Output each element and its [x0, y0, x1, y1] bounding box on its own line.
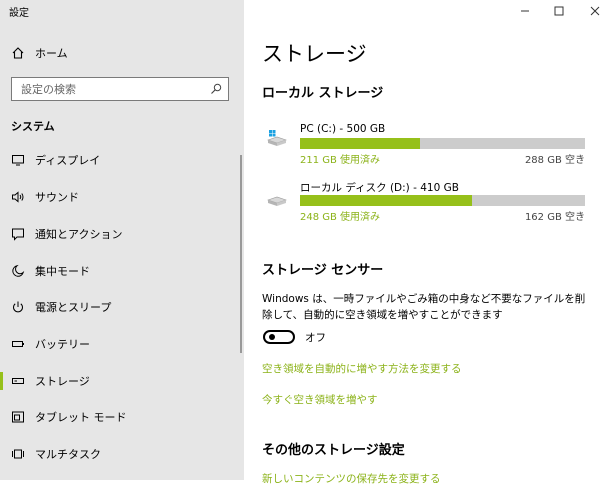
search-icon[interactable] — [210, 83, 222, 95]
speaker-icon — [11, 190, 25, 204]
sidebar-item-label: 集中モード — [35, 265, 90, 278]
sidebar-item-storage[interactable]: ストレージ — [0, 364, 240, 398]
sidebar-item-battery[interactable]: バッテリー — [0, 327, 240, 361]
multitask-icon — [11, 447, 25, 461]
sidebar-item-label: ディスプレイ — [35, 154, 101, 167]
sidebar-item-focus-mode[interactable]: 集中モード — [0, 254, 240, 288]
sidebar-item-label: ホーム — [35, 47, 68, 60]
used-space: 248 GB 使用済み — [300, 212, 381, 223]
local-storage-heading: ローカル ストレージ — [262, 86, 384, 101]
power-icon — [11, 300, 25, 314]
sidebar-item-label: マルチタスク — [35, 448, 101, 461]
app-title: 設定 — [9, 8, 29, 19]
toggle-knob — [269, 334, 275, 340]
moon-icon — [11, 264, 25, 278]
usage-bar — [300, 138, 585, 149]
section-heading: システム — [11, 120, 55, 133]
usage-bar-fill — [300, 138, 420, 149]
close-icon[interactable] — [588, 4, 602, 18]
sidebar-item-label: 電源とスリープ — [35, 301, 112, 314]
sidebar-item-home[interactable]: ホーム — [0, 36, 240, 70]
sidebar: 設定 ホーム システム ディスプレイ サウンド 通知とアクション — [0, 0, 244, 480]
sidebar-item-power[interactable]: 電源とスリープ — [0, 290, 240, 324]
sidebar-item-label: 通知とアクション — [35, 228, 123, 241]
maximize-icon[interactable] — [552, 4, 566, 18]
used-space: 211 GB 使用済み — [300, 155, 381, 166]
drive-icon — [267, 196, 287, 206]
free-space: 288 GB 空き — [524, 155, 585, 166]
change-save-location-link[interactable]: 新しいコンテンツの保存先を変更する — [262, 471, 441, 486]
sidebar-item-label: ストレージ — [35, 375, 90, 388]
usage-bar — [300, 195, 585, 206]
other-storage-heading: その他のストレージ設定 — [262, 443, 405, 458]
free-space: 162 GB 空き — [524, 212, 585, 223]
sidebar-item-notifications[interactable]: 通知とアクション — [0, 217, 240, 251]
drive-name: PC (C:) - 500 GB — [300, 123, 386, 135]
search-input[interactable] — [12, 78, 211, 100]
storage-sense-toggle[interactable] — [263, 330, 295, 344]
storage-icon — [11, 374, 25, 388]
drive-name: ローカル ディスク (D:) - 410 GB — [300, 182, 459, 194]
sidebar-item-tablet-mode[interactable]: タブレット モード — [0, 400, 240, 434]
minimize-icon[interactable] — [518, 4, 532, 18]
windows-drive-icon — [267, 130, 287, 146]
sidebar-item-display[interactable]: ディスプレイ — [0, 143, 240, 177]
sidebar-item-sound[interactable]: サウンド — [0, 180, 240, 214]
storage-sense-description: Windows は、一時ファイルやごみ箱の中身など不要なファイルを削除して、自動… — [262, 293, 586, 321]
home-icon — [11, 46, 25, 60]
sidebar-scrollbar[interactable] — [240, 155, 242, 353]
monitor-icon — [11, 153, 25, 167]
sidebar-item-label: バッテリー — [35, 338, 90, 351]
usage-bar-fill — [300, 195, 473, 206]
change-auto-free-space-link[interactable]: 空き領域を自動的に増やす方法を変更する — [262, 361, 462, 376]
sidebar-item-multitasking[interactable]: マルチタスク — [0, 437, 240, 471]
sidebar-item-label: サウンド — [35, 191, 79, 204]
sidebar-item-label: タブレット モード — [35, 411, 127, 424]
storage-sense-heading: ストレージ センサー — [262, 263, 384, 278]
free-space-now-link[interactable]: 今すぐ空き領域を増やす — [262, 392, 378, 407]
toggle-state-label: オフ — [305, 332, 326, 344]
tablet-icon — [11, 410, 25, 424]
battery-icon — [11, 337, 25, 351]
page-title: ストレージ — [262, 42, 367, 66]
search-box[interactable] — [11, 77, 229, 101]
notification-icon — [11, 227, 25, 241]
